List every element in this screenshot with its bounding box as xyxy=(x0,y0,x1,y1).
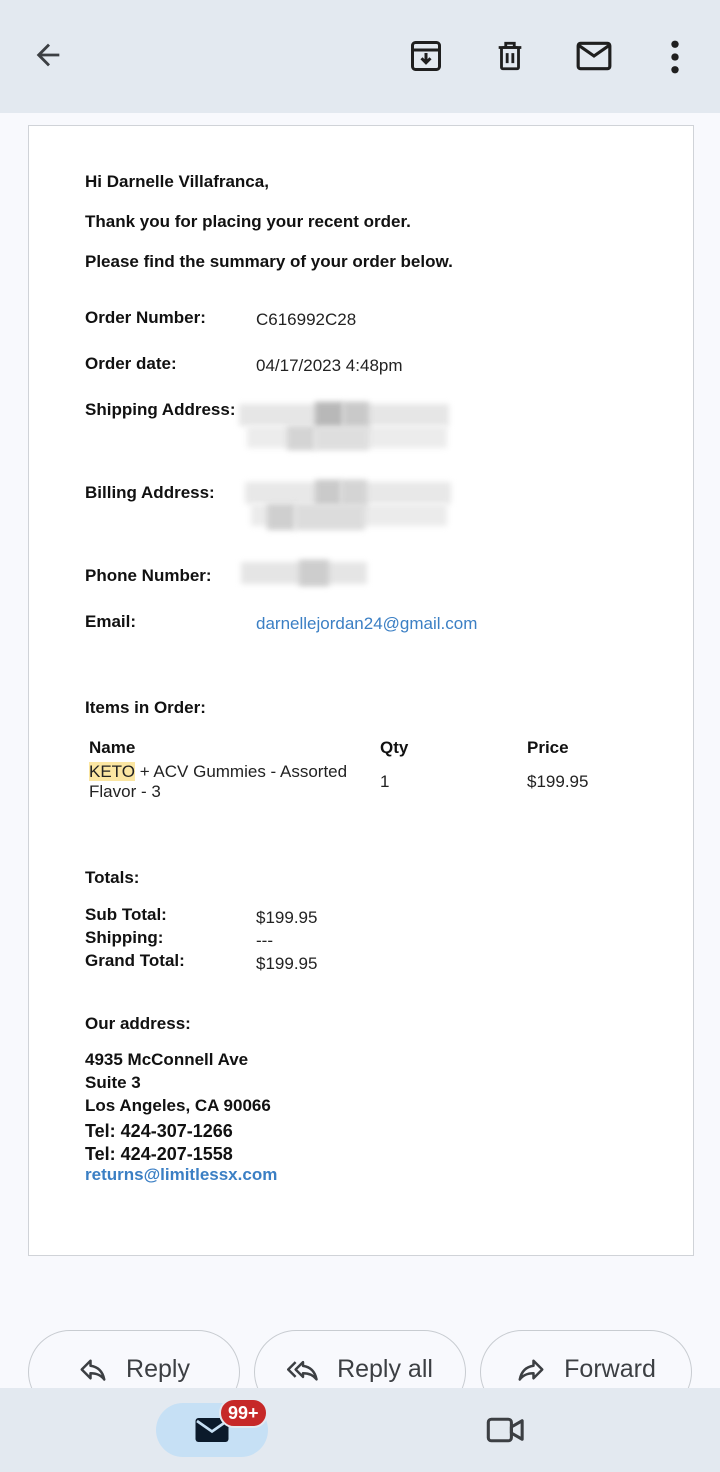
bottom-navigation: 99+ xyxy=(0,1388,720,1472)
billing-address-label: Billing Address: xyxy=(85,483,215,502)
trash-icon[interactable] xyxy=(486,32,534,80)
customer-email-link[interactable]: darnellejordan24@gmail.com xyxy=(256,614,477,634)
more-vert-icon[interactable] xyxy=(651,33,699,81)
company-address-line1: 4935 McConnell Ave xyxy=(85,1050,249,1069)
reply-all-icon xyxy=(287,1360,318,1381)
back-arrow-icon[interactable] xyxy=(24,31,72,79)
item-name: KETO + ACV Gummies - Assorted xyxy=(89,762,347,782)
order-number-label: Order Number: xyxy=(85,308,206,327)
shipping-address-label: Shipping Address: xyxy=(85,400,236,419)
table-header-name: Name xyxy=(89,738,136,757)
video-camera-icon xyxy=(486,1417,524,1443)
email-label: Email: xyxy=(85,612,137,631)
forward-icon xyxy=(518,1359,544,1381)
item-name-highlight: KETO xyxy=(89,762,135,781)
forward-label: Forward xyxy=(564,1355,656,1383)
thank-you-text: Thank you for placing your recent order. xyxy=(85,212,411,231)
summary-intro-text: Please find the summary of your order be… xyxy=(85,252,453,271)
items-heading: Items in Order: xyxy=(85,698,206,717)
mark-unread-mail-icon[interactable] xyxy=(570,32,618,80)
shipping-total-label: Shipping: xyxy=(85,928,164,947)
order-date-label: Order date: xyxy=(85,354,177,373)
unread-count-badge: 99+ xyxy=(219,1398,268,1428)
table-header-qty: Qty xyxy=(380,738,409,757)
company-tel-1: Tel: 424-307-1266 xyxy=(85,1121,233,1141)
meet-nav-button[interactable] xyxy=(486,1412,526,1453)
table-header-price: Price xyxy=(527,738,569,757)
totals-heading: Totals: xyxy=(85,868,140,887)
grand-total-label: Grand Total: xyxy=(85,951,185,970)
phone-number-label: Phone Number: xyxy=(85,566,212,585)
billing-address-redacted xyxy=(245,478,451,544)
sub-total-value: $199.95 xyxy=(256,908,318,927)
item-name-rest: + ACV Gummies - Assorted xyxy=(134,762,348,781)
our-address-heading: Our address: xyxy=(85,1014,191,1033)
reply-all-label: Reply all xyxy=(337,1355,433,1383)
item-price: $199.95 xyxy=(527,772,589,791)
grand-total-value: $199.95 xyxy=(256,954,318,973)
company-address-line2: Suite 3 xyxy=(85,1073,141,1092)
greeting-text: Hi Darnelle Villafranca, xyxy=(85,172,269,191)
reply-icon xyxy=(80,1359,106,1381)
shipping-address-redacted xyxy=(239,396,449,462)
item-name-line2: Flavor - 3 xyxy=(89,782,161,801)
order-number-value: C616992C28 xyxy=(256,310,357,329)
archive-icon[interactable] xyxy=(402,32,450,80)
email-body-card: Hi Darnelle Villafranca, Thank you for p… xyxy=(28,125,694,1256)
order-date-value: 04/17/2023 4:48pm xyxy=(256,356,403,375)
reply-label: Reply xyxy=(126,1355,190,1383)
company-tel-2: Tel: 424-207-1558 xyxy=(85,1144,233,1164)
item-qty: 1 xyxy=(380,772,390,791)
top-app-bar xyxy=(0,0,720,113)
sub-total-label: Sub Total: xyxy=(85,905,167,924)
returns-email-link[interactable]: returns@limitlessx.com xyxy=(85,1165,277,1185)
phone-number-redacted xyxy=(241,558,369,588)
shipping-total-value: --- xyxy=(256,931,273,950)
company-address-line3: Los Angeles, CA 90066 xyxy=(85,1096,271,1115)
